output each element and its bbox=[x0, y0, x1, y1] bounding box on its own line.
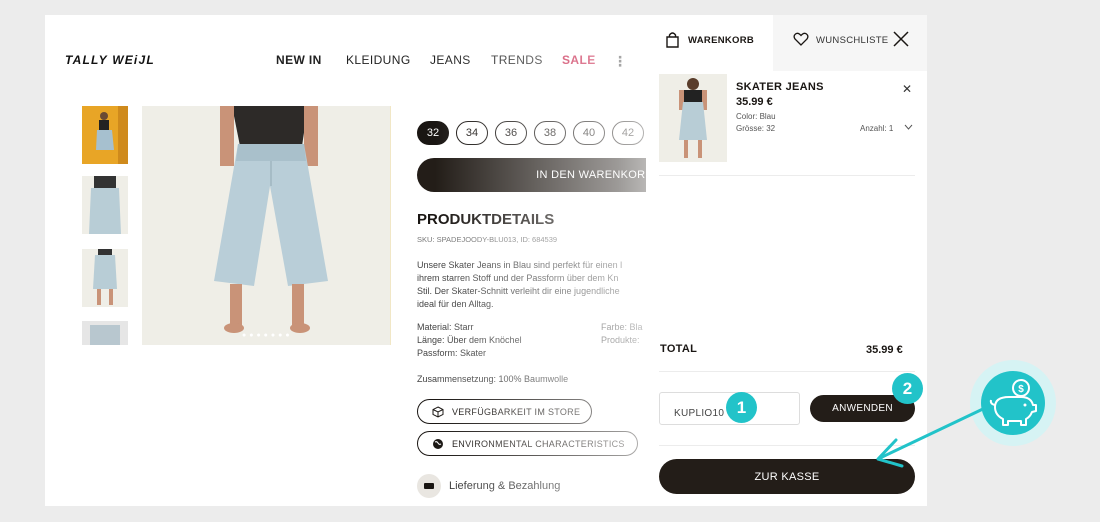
thumbnail-photo bbox=[89, 176, 121, 234]
cart-item-photo bbox=[679, 78, 707, 158]
delivery-label: Lieferung & Bezahlung bbox=[449, 480, 561, 492]
size-option[interactable]: 40 bbox=[573, 121, 605, 145]
cart-item-size: Grösse: 32 bbox=[736, 124, 776, 133]
size-option[interactable]: 36 bbox=[495, 121, 527, 145]
divider bbox=[659, 445, 915, 446]
cube-icon bbox=[432, 406, 444, 418]
size-option[interactable]: 42 bbox=[612, 121, 644, 145]
divider bbox=[659, 175, 915, 176]
product-attributes: Material: Starr Länge: Über dem Knöchel … bbox=[417, 322, 522, 358]
delivery-payment-link[interactable]: Lieferung & Bezahlung bbox=[417, 474, 560, 498]
tab-cart-label: WARENKORB bbox=[688, 35, 755, 46]
bag-icon bbox=[665, 31, 680, 53]
carousel-dots[interactable]: ●●●●●●● bbox=[242, 332, 293, 339]
more-menu-icon[interactable]: ⋮ bbox=[613, 53, 627, 70]
quantity-select[interactable]: Anzahl: 1 bbox=[860, 124, 893, 133]
nav-trends[interactable]: TRENDS bbox=[491, 53, 543, 67]
chevron-down-icon[interactable] bbox=[904, 123, 913, 132]
checkout-button[interactable]: ZUR KASSE bbox=[659, 459, 915, 494]
size-option[interactable]: 34 bbox=[456, 121, 488, 145]
nav-jeans[interactable]: JEANS bbox=[430, 53, 471, 67]
remove-item-icon[interactable]: ✕ bbox=[902, 82, 912, 96]
store-availability-label: VERFÜGBARKEIT IM STORE bbox=[452, 406, 581, 417]
environmental-label: ENVIRONMENTAL CHARACTERISTICS bbox=[452, 438, 625, 449]
product-main-image[interactable]: ●●●●●●● bbox=[142, 106, 391, 345]
tab-wishlist[interactable]: WUNSCHLISTE bbox=[773, 15, 927, 71]
nav-clothing[interactable]: KLEIDUNG bbox=[346, 53, 411, 67]
total-value: 35.99 € bbox=[866, 344, 903, 356]
brand-logo[interactable]: TALLY WEiJL bbox=[65, 53, 155, 67]
cart-item-name[interactable]: SKATER JEANS bbox=[736, 81, 824, 93]
thumbnail-2[interactable] bbox=[82, 176, 128, 234]
tab-cart[interactable]: WARENKORB bbox=[646, 15, 773, 71]
thumbnail-3[interactable] bbox=[82, 249, 128, 307]
model-photo bbox=[142, 106, 390, 345]
thumbnail-photo bbox=[93, 249, 117, 305]
nav-sale[interactable]: SALE bbox=[562, 53, 596, 67]
cart-drawer: WARENKORB WUNSCHLISTE SKATER JEANS 35.99… bbox=[646, 15, 927, 506]
thumbnail-photo bbox=[90, 325, 120, 345]
thumbnail-1[interactable] bbox=[82, 106, 128, 164]
add-to-cart-button[interactable]: IN DEN WARENKORB bbox=[417, 158, 677, 192]
product-attributes-right: Farbe: Bla Produkte: bbox=[601, 322, 643, 345]
total-label: TOTAL bbox=[660, 343, 698, 355]
truck-icon bbox=[417, 474, 441, 498]
heart-icon bbox=[793, 32, 809, 51]
cart-item-color: Color: Blau bbox=[736, 112, 776, 121]
product-description: Unsere Skater Jeans in Blau sind perfekt… bbox=[417, 260, 623, 309]
product-details-title: PRODUKTDETAILS bbox=[417, 211, 555, 228]
size-option[interactable]: 32 bbox=[417, 121, 449, 145]
thumbnail-4[interactable] bbox=[82, 321, 128, 345]
environmental-button[interactable]: ENVIRONMENTAL CHARACTERISTICS bbox=[417, 431, 638, 456]
size-option[interactable]: 38 bbox=[534, 121, 566, 145]
store-availability-button[interactable]: VERFÜGBARKEIT IM STORE bbox=[417, 399, 592, 424]
nav-new-in[interactable]: NEW IN bbox=[276, 53, 322, 67]
cart-item-image[interactable] bbox=[659, 74, 727, 162]
cart-item-price: 35.99 € bbox=[736, 96, 773, 108]
tab-wishlist-label: WUNSCHLISTE bbox=[816, 35, 889, 46]
product-sku: SKU: SPADEJOODY-BLU013, ID: 684539 bbox=[417, 235, 558, 244]
step-badge-1: 1 bbox=[726, 392, 757, 423]
product-composition: Zusammensetzung: 100% Baumwolle bbox=[417, 374, 569, 384]
divider bbox=[659, 371, 915, 372]
svg-text:$: $ bbox=[1018, 384, 1024, 395]
app-frame: TALLY WEiJL NEW IN KLEIDUNG JEANS TRENDS… bbox=[45, 15, 927, 506]
thumbnail-photo bbox=[96, 106, 128, 164]
piggy-bank-icon: $ bbox=[981, 371, 1045, 435]
step-badge-2: 2 bbox=[892, 373, 923, 404]
globe-icon bbox=[432, 438, 444, 450]
close-icon[interactable] bbox=[893, 31, 909, 52]
